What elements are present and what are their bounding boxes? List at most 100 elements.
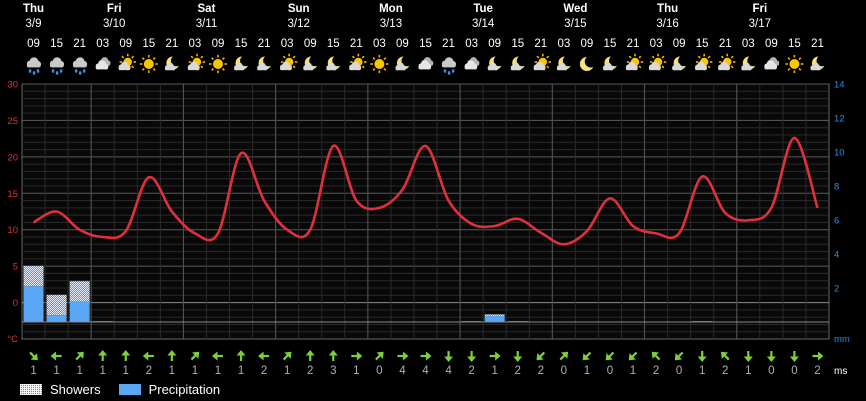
cloud-base — [326, 67, 337, 71]
wind-arrow-head — [697, 356, 707, 362]
sun-ray — [200, 55, 204, 59]
cloud-base — [648, 67, 661, 71]
rain-icon — [26, 57, 42, 75]
hour-label: 09 — [119, 38, 132, 50]
hour-label: 15 — [235, 38, 248, 50]
wind-arrow-head — [142, 351, 149, 361]
wind-arrow-icon — [142, 351, 154, 361]
wind-speed-label: 3 — [330, 365, 336, 377]
wind-arrow-icon — [536, 351, 546, 361]
sun-ray — [372, 68, 376, 71]
cloud-base — [533, 67, 546, 71]
wind-speed-label: 2 — [653, 365, 659, 377]
raindrop — [443, 69, 447, 73]
raindrop — [78, 71, 82, 75]
day-date-label: 3/16 — [656, 18, 678, 30]
legend-label-showers: Showers — [50, 381, 101, 397]
wind-row: 1 1 1 1 1 2 1 1 1 1 2 1 2 3 1 0 4 4 4 2 1 2 2 0 1 0 1 2 0 1 2 1 0 0 2 ms — [29, 350, 847, 377]
sun-ray — [546, 65, 550, 69]
sun-ray — [383, 68, 387, 71]
wind-arrow-head — [167, 350, 177, 356]
sunny-icon — [208, 55, 227, 73]
cloud-base — [510, 67, 521, 71]
hour-label: 21 — [73, 38, 86, 50]
sun-ray — [787, 57, 791, 60]
raindrop — [82, 69, 86, 73]
wind-arrow-head — [328, 350, 338, 356]
wind-arrow-head — [305, 350, 315, 356]
sun-ray — [638, 65, 642, 69]
hour-label: 03 — [189, 38, 202, 50]
wind-speed-label: 1 — [630, 365, 636, 377]
moon-shadow — [584, 55, 597, 68]
legend-item-showers: Showers — [20, 382, 101, 397]
day-name-label: Sun — [288, 3, 310, 15]
wind-speed-label: 1 — [215, 365, 221, 377]
sun-ray — [730, 65, 734, 69]
wind-arrow-head — [513, 356, 523, 362]
chart-legend: Showers Precipitation — [20, 379, 238, 399]
wind-speed-label: 2 — [538, 365, 544, 377]
day-date-label: 3/12 — [287, 18, 309, 30]
precipitation-swatch — [118, 383, 141, 395]
wind-arrow-icon — [605, 351, 615, 361]
sun-ray — [798, 57, 802, 60]
day-name-label: Wed — [563, 3, 587, 15]
precipitation-bar — [484, 316, 505, 322]
sun-ray — [372, 57, 376, 60]
sun-ray — [211, 57, 214, 60]
sun-ray — [222, 57, 225, 60]
sun-disc — [374, 59, 385, 69]
day-name-label: Fri — [752, 3, 767, 15]
sun-ray — [707, 55, 711, 59]
partly-cloudy-night-icon — [487, 55, 505, 71]
day-date-label: 3/15 — [564, 18, 586, 30]
precipitation-unit-label: mm — [834, 334, 850, 345]
sun-disc — [789, 59, 800, 69]
hour-labels: 09 15 21 03 09 15 21 03 09 15 21 03 09 15 21 03 09 15 21 03… — [27, 38, 824, 50]
hour-label: 09 — [581, 38, 594, 50]
sun-ray — [292, 55, 296, 59]
temperature-tick-label: 20 — [7, 152, 18, 163]
cloud-base — [280, 67, 292, 71]
wind-arrow-icon — [282, 351, 292, 361]
sun-ray — [383, 57, 387, 60]
temperature-tick-label: 10 — [7, 225, 18, 236]
sun-ray — [730, 55, 734, 59]
precipitation-tick-label: 14 — [834, 80, 845, 91]
wind-arrow-icon — [258, 351, 270, 361]
wind-arrow-icon — [812, 351, 824, 361]
cloudy-icon — [95, 57, 111, 70]
day-date-label: 3/13 — [380, 18, 402, 30]
temperature-tick-label: 5 — [13, 262, 18, 273]
hour-label: 15 — [788, 38, 801, 50]
cloud-base — [257, 67, 268, 71]
sun-ray — [200, 65, 204, 69]
hour-label: 15 — [142, 38, 155, 50]
wind-arrow-head — [121, 350, 131, 356]
cloud-base — [49, 63, 64, 68]
wind-arrow-icon — [190, 351, 200, 361]
cloud-base — [441, 63, 456, 68]
sun-ray — [697, 55, 701, 59]
partly-cloudy-night-icon — [234, 55, 252, 71]
wind-unit-label: ms — [834, 366, 847, 377]
cloud-base — [556, 67, 568, 71]
partly-cloudy-night-icon — [672, 55, 690, 71]
raindrop — [28, 69, 32, 73]
partly-cloudy-day-icon — [349, 53, 367, 71]
sun-ray — [131, 65, 135, 69]
showers-bar — [484, 314, 505, 317]
wind-speed-label: 1 — [169, 365, 175, 377]
wind-speed-label: 1 — [699, 365, 705, 377]
hour-label: 03 — [742, 38, 755, 50]
partly-cloudy-night-icon — [810, 55, 828, 71]
hour-label: 15 — [511, 38, 524, 50]
day-name-label: Fri — [107, 3, 122, 15]
hour-label: 15 — [50, 38, 63, 50]
day-name-label: Thu — [23, 3, 44, 15]
precipitation-tick-label: 6 — [834, 216, 839, 227]
wind-arrow-head — [402, 351, 409, 361]
precipitation-tick-label: 2 — [834, 284, 839, 295]
hour-label: 09 — [212, 38, 225, 50]
